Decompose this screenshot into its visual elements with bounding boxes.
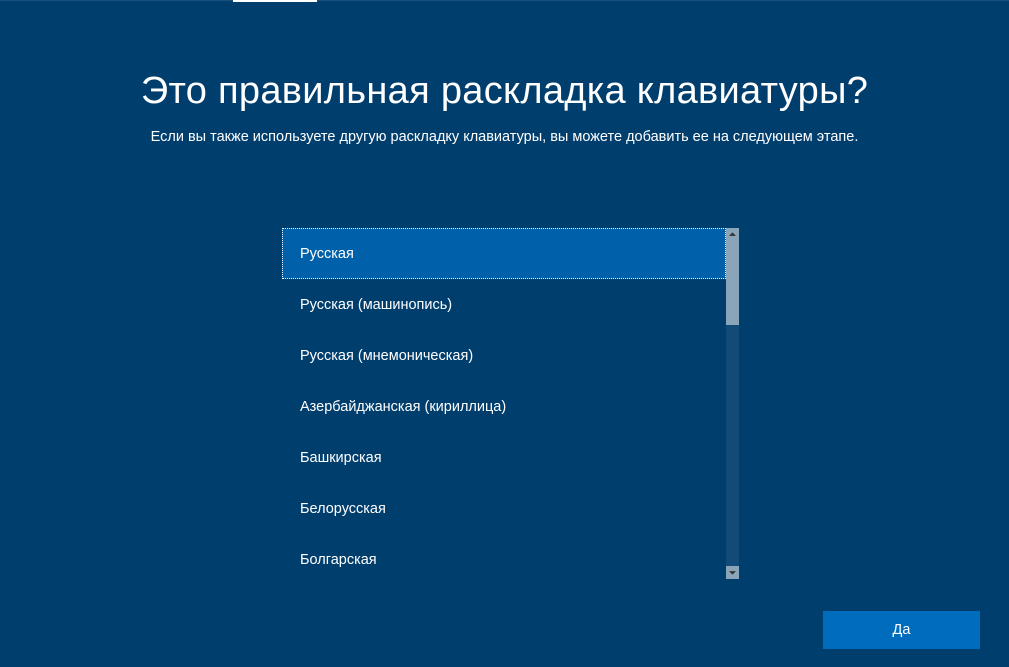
scroll-up-button[interactable] <box>726 228 739 241</box>
list-item-label: Русская (машинопись) <box>300 297 452 313</box>
scroll-down-button[interactable] <box>726 566 739 579</box>
list-item[interactable]: Белорусская <box>282 483 726 534</box>
progress-indicator <box>233 0 317 2</box>
chevron-up-icon <box>729 232 736 237</box>
list-item[interactable]: Русская (машинопись) <box>282 279 726 330</box>
list-item[interactable]: Болгарская <box>282 534 726 579</box>
scrollbar[interactable] <box>726 228 739 579</box>
list-item-label: Русская <box>300 246 354 262</box>
list-item-label: Русская (мнемоническая) <box>300 348 473 364</box>
list-item-label: Болгарская <box>300 552 377 568</box>
list-item[interactable]: Азербайджанская (кириллица) <box>282 381 726 432</box>
list-item[interactable]: Русская (мнемоническая) <box>282 330 726 381</box>
page-title: Это правильная раскладка клавиатуры? <box>0 70 1009 113</box>
scroll-thumb[interactable] <box>726 241 739 325</box>
confirm-button[interactable]: Да <box>823 611 980 649</box>
list-item-label: Белорусская <box>300 501 386 517</box>
list-item[interactable]: Башкирская <box>282 432 726 483</box>
scroll-track[interactable] <box>726 241 739 566</box>
list-item[interactable]: Русская <box>282 228 726 279</box>
list-item-label: Азербайджанская (кириллица) <box>300 399 506 415</box>
main-content: Это правильная раскладка клавиатуры? Есл… <box>0 0 1009 145</box>
keyboard-layout-listbox[interactable]: Русская Русская (машинопись) Русская (мн… <box>282 228 726 579</box>
list-item-label: Башкирская <box>300 450 382 466</box>
keyboard-layout-listbox-wrapper: Русская Русская (машинопись) Русская (мн… <box>282 228 739 579</box>
page-subtitle: Если вы также используете другую расклад… <box>0 129 1009 145</box>
chevron-down-icon <box>729 570 736 575</box>
top-border <box>0 0 1009 1</box>
